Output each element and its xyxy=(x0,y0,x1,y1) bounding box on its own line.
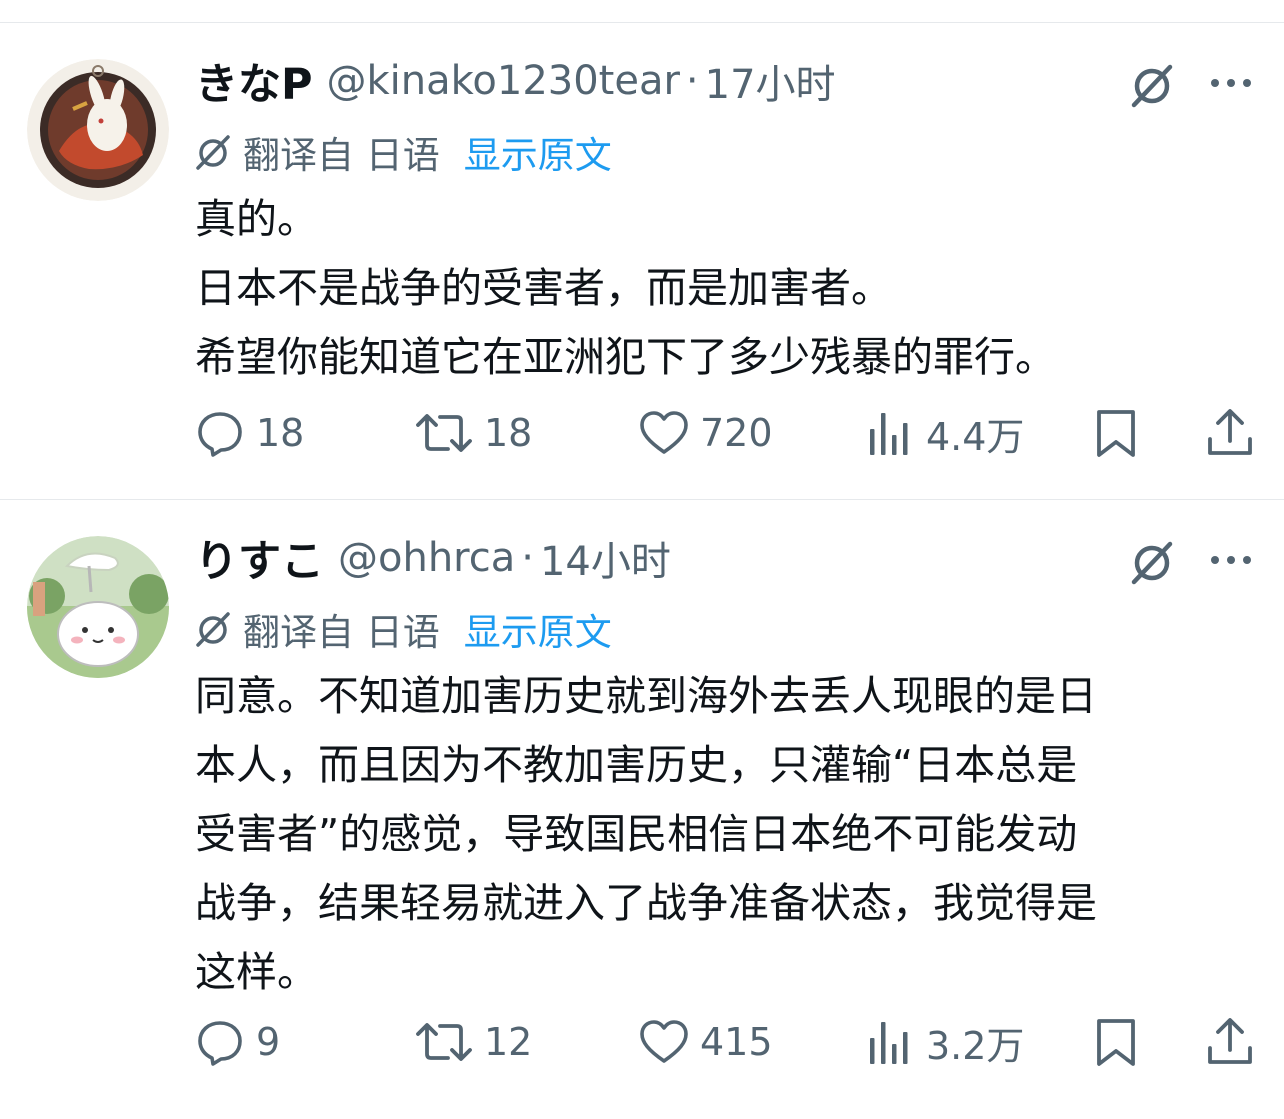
translated-from-label: 翻译自 日语 xyxy=(243,134,440,177)
repost-arrows-icon xyxy=(416,414,472,452)
translation-notice: 翻译自 日语 显示原文 xyxy=(193,127,612,177)
translate-slash-circle-icon xyxy=(196,135,230,170)
like-count: 415 xyxy=(700,1020,773,1064)
grok-button[interactable] xyxy=(1128,538,1176,586)
user-handle[interactable]: @kinako1230tear xyxy=(327,58,680,104)
avatar[interactable] xyxy=(27,536,169,678)
post-text-line: 日本不是战争的受害者，而是加害者。 xyxy=(195,264,892,312)
reply-count: 9 xyxy=(256,1020,281,1064)
share-upload-icon xyxy=(1208,409,1252,455)
bar-chart-icon xyxy=(870,1022,908,1064)
post-text-line: 希望你能知道它在亚洲犯下了多少残暴的罪行。 xyxy=(195,333,1056,381)
more-button[interactable] xyxy=(1206,63,1256,103)
repost-button[interactable]: 18 xyxy=(414,403,532,463)
reply-button[interactable]: 18 xyxy=(194,403,304,463)
separator-dot: · xyxy=(685,58,699,104)
display-name[interactable]: きなP xyxy=(195,50,313,112)
separator-dot: · xyxy=(521,535,534,581)
grok-button[interactable] xyxy=(1128,61,1176,109)
bookmark-icon xyxy=(1097,410,1135,457)
post-text-line: 受害者”的感觉，导致国民相信日本绝不可能发动 xyxy=(195,810,1078,858)
avatar[interactable] xyxy=(27,59,169,201)
post-text-line: 本人，而且因为不教加害历史，只灌输“日本总是 xyxy=(195,741,1078,789)
post-time[interactable]: 17小时 xyxy=(705,52,836,110)
more-dots-icon xyxy=(1211,556,1251,564)
speech-bubble-icon xyxy=(198,1021,242,1066)
action-bar: 9 12 415 3.2万 xyxy=(0,1012,1284,1072)
bookmark-button[interactable] xyxy=(1090,403,1142,463)
post-text-line: 战争，结果轻易就进入了战争准备状态，我觉得是 xyxy=(195,879,1097,927)
post-text-line: 同意。不知道加害历史就到海外去丢人现眼的是日 xyxy=(195,672,1097,720)
repost-count: 18 xyxy=(484,411,533,455)
speech-bubble-icon xyxy=(198,412,242,457)
action-bar: 18 18 720 4.4万 xyxy=(0,403,1284,463)
post-header: きなP @kinako1230tear · 17小时 xyxy=(195,50,836,112)
like-button[interactable]: 720 xyxy=(638,403,773,463)
translation-notice: 翻译自 日语 显示原文 xyxy=(193,604,612,654)
grok-slash-circle-icon xyxy=(1131,64,1173,108)
user-handle[interactable]: @ohhrca xyxy=(338,535,515,581)
display-name[interactable]: りすこ xyxy=(195,527,324,589)
views-button[interactable]: 3.2万 xyxy=(864,1012,1024,1072)
heart-icon xyxy=(640,1020,688,1063)
views-button[interactable]: 4.4万 xyxy=(864,403,1024,463)
post-text-line: 真的。 xyxy=(195,195,318,243)
bar-chart-icon xyxy=(870,413,908,455)
grok-slash-circle-icon xyxy=(1131,541,1173,585)
post[interactable]: きなP @kinako1230tear · 17小时 翻译自 日语 显示原文 真… xyxy=(0,23,1284,499)
show-original-link[interactable]: 显示原文 xyxy=(464,125,612,179)
post-text-line: 这样。 xyxy=(195,948,318,996)
bookmark-icon xyxy=(1097,1019,1135,1066)
like-count: 720 xyxy=(700,411,773,455)
heart-icon xyxy=(640,411,688,454)
post-header: りすこ @ohhrca · 14小时 xyxy=(195,527,671,589)
post-time[interactable]: 14小时 xyxy=(540,529,671,587)
reply-button[interactable]: 9 xyxy=(194,1012,280,1072)
share-button[interactable] xyxy=(1204,1012,1256,1072)
translated-from-label: 翻译自 日语 xyxy=(243,611,440,654)
post[interactable]: りすこ @ohhrca · 14小时 翻译自 日语 显示原文 同意。不知道加害历… xyxy=(0,500,1284,1119)
post-text: 同意。不知道加害历史就到海外去丢人现眼的是日 本人，而且因为不教加害历史，只灌输… xyxy=(195,662,1260,1007)
more-button[interactable] xyxy=(1206,540,1256,580)
post-text: 真的。 日本不是战争的受害者，而是加害者。 希望你能知道它在亚洲犯下了多少残暴的… xyxy=(195,185,1260,392)
repost-count: 12 xyxy=(484,1020,533,1064)
share-button[interactable] xyxy=(1204,403,1256,463)
view-count: 4.4万 xyxy=(926,414,1025,459)
more-dots-icon xyxy=(1211,79,1251,87)
share-upload-icon xyxy=(1208,1018,1252,1064)
like-button[interactable]: 415 xyxy=(638,1012,773,1072)
bookmark-button[interactable] xyxy=(1090,1012,1142,1072)
repost-arrows-icon xyxy=(416,1023,472,1061)
repost-button[interactable]: 12 xyxy=(414,1012,532,1072)
reply-count: 18 xyxy=(256,411,305,455)
view-count: 3.2万 xyxy=(926,1023,1025,1068)
show-original-link[interactable]: 显示原文 xyxy=(464,602,612,656)
translate-slash-circle-icon xyxy=(196,612,230,647)
